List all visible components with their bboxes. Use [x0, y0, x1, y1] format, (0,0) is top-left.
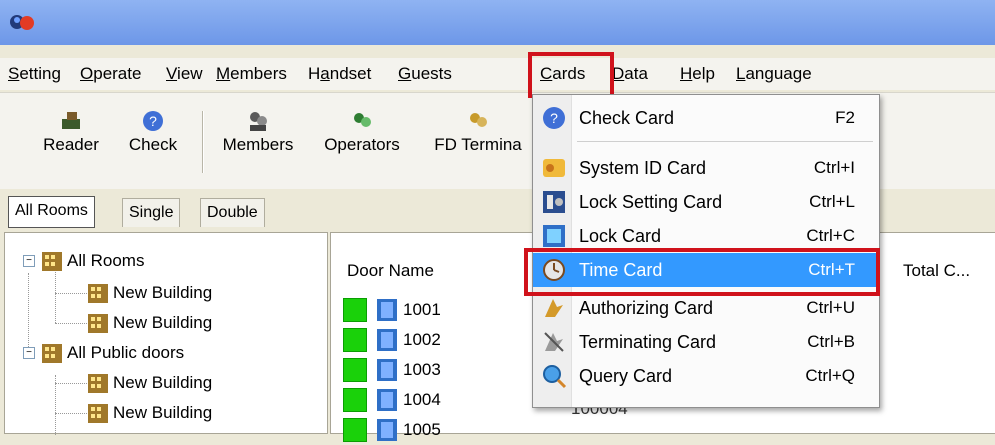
status-indicator [343, 418, 367, 442]
door-icon [377, 299, 397, 321]
door-icon [377, 389, 397, 411]
building-icon [42, 252, 62, 271]
system-id-card-icon [543, 159, 565, 177]
menu-item-system-id-card[interactable]: System ID Card Ctrl+I [533, 151, 879, 185]
menu-item-query-card[interactable]: Query Card Ctrl+Q [533, 359, 879, 393]
menu-operate[interactable]: Operate [80, 64, 141, 84]
members-icon [250, 112, 267, 131]
operators-icon [354, 113, 371, 127]
lock-setting-card-icon [543, 191, 565, 213]
toolbar-separator [202, 111, 204, 173]
terminating-card-icon [544, 332, 564, 352]
status-indicator [343, 298, 367, 322]
authorizing-card-icon [545, 299, 563, 317]
svg-text:?: ? [149, 113, 157, 129]
table-row[interactable]: 1002 [343, 325, 441, 355]
check-button[interactable]: ? Check [118, 99, 188, 179]
table-row[interactable]: 1005 [343, 415, 441, 445]
building-icon [88, 314, 108, 333]
app-icon [10, 15, 34, 30]
menu-item-terminating-card[interactable]: Terminating Card Ctrl+B [533, 325, 879, 359]
time-card-highlight [524, 248, 880, 296]
collapse-icon[interactable]: − [23, 255, 35, 267]
status-indicator [343, 328, 367, 352]
title-bar [0, 0, 995, 45]
tab-all-rooms[interactable]: All Rooms [8, 196, 95, 228]
column-door-name[interactable]: Door Name [347, 261, 434, 281]
building-icon [42, 344, 62, 363]
tree-node-all-rooms[interactable]: − All Rooms [23, 247, 144, 275]
tree-node-building[interactable]: New Building [87, 399, 212, 427]
lock-card-icon [543, 225, 565, 247]
tree-node-building[interactable]: New Building [87, 279, 212, 307]
door-icon [377, 359, 397, 381]
table-row[interactable]: 1004 [343, 385, 441, 415]
menu-handset[interactable]: Handset [308, 64, 371, 84]
members-button[interactable]: Members [216, 99, 300, 179]
svg-text:?: ? [550, 110, 558, 126]
menu-separator [577, 141, 873, 142]
menu-guests[interactable]: Guests [398, 64, 452, 84]
door-icon [377, 329, 397, 351]
menu-item-authorizing-card[interactable]: Authorizing Card Ctrl+U [533, 291, 879, 325]
tree-node-building[interactable]: New Building [87, 369, 212, 397]
menu-item-lock-setting-card[interactable]: Lock Setting Card Ctrl+L [533, 185, 879, 219]
tree-node-public-doors[interactable]: − All Public doors [23, 339, 184, 367]
door-icon [377, 419, 397, 441]
status-indicator [343, 358, 367, 382]
tree-node-building[interactable]: New Building [87, 309, 212, 337]
building-icon [88, 374, 108, 393]
check-card-icon: ? [543, 107, 565, 129]
operators-button[interactable]: Operators [318, 99, 406, 179]
menu-setting[interactable]: Setting [8, 64, 61, 84]
menu-item-check-card[interactable]: ? Check Card F2 [533, 101, 879, 135]
tab-single[interactable]: Single [122, 198, 181, 227]
fd-terminal-icon [470, 113, 487, 127]
collapse-icon[interactable]: − [23, 347, 35, 359]
status-indicator [343, 388, 367, 412]
menu-language[interactable]: Language [736, 64, 812, 84]
query-card-icon [543, 365, 567, 389]
tab-double[interactable]: Double [200, 198, 265, 227]
building-icon [88, 404, 108, 423]
menu-help[interactable]: Help [680, 64, 715, 84]
column-total[interactable]: Total C... [903, 261, 970, 281]
card-reader-icon [62, 112, 80, 129]
table-row[interactable]: 1001 [343, 295, 441, 325]
menu-members[interactable]: Members [216, 64, 287, 84]
building-tree: − All Rooms New Building New Building − … [4, 232, 328, 435]
cards-menu-highlight [528, 52, 614, 98]
help-circle-icon: ? [143, 111, 163, 131]
fd-terminal-button[interactable]: FD Termina [424, 99, 532, 179]
building-icon [88, 284, 108, 303]
table-row[interactable]: 1003 [343, 355, 441, 385]
menu-bar: Setting Operate View Members Handset Gue… [0, 58, 995, 90]
menu-view[interactable]: View [166, 64, 203, 84]
menu-data[interactable]: Data [612, 64, 648, 84]
reader-button[interactable]: Reader [36, 99, 106, 179]
